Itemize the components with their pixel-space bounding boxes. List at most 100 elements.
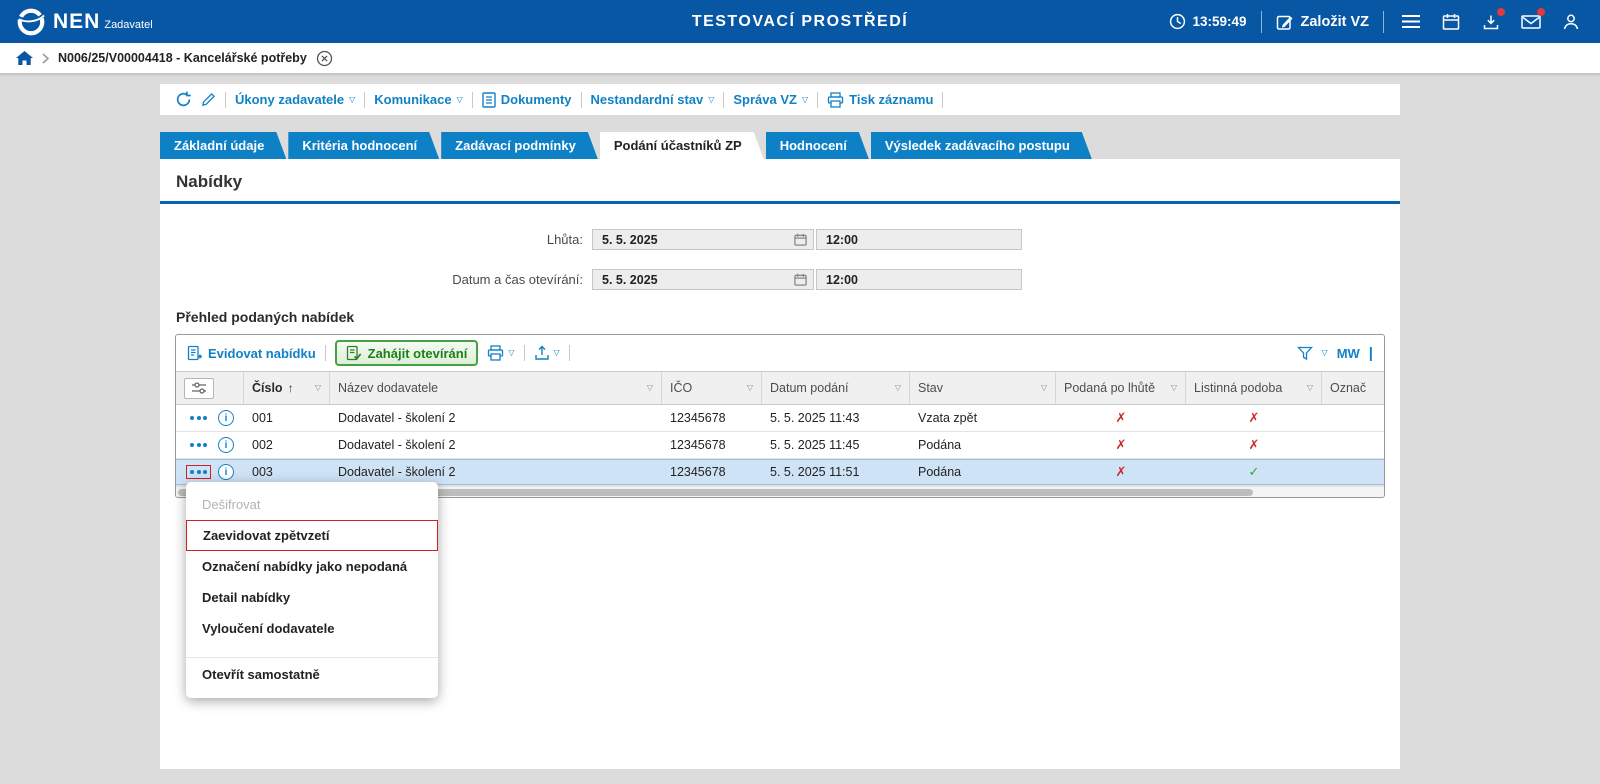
column-settings-button[interactable] [184,378,214,399]
filter-chevron-icon[interactable]: ▽ [1307,384,1313,392]
tab-hodnoceni[interactable]: Hodnocení [766,132,869,159]
filter-chevron-icon[interactable]: ▽ [895,384,901,392]
create-vz-button[interactable]: Založit VZ [1276,13,1369,31]
menu-button[interactable] [1398,9,1424,35]
calendar-button[interactable] [1438,9,1464,35]
komunikace-menu[interactable]: Komunikace ▽ [374,92,462,107]
offers-table: Evidovat nabídku Zahájit otevírání [175,334,1385,498]
info-icon[interactable]: i [218,437,234,453]
close-record-button[interactable] [316,50,333,67]
menu-label: Tisk záznamu [849,92,933,107]
nen-logo[interactable]: NEN Zadavatel [16,7,153,37]
menu-item-vylouceni-dodavatele[interactable]: Vyloučení dodavatele [186,613,438,644]
column-header-podana-po-lhute[interactable]: Podaná po lhůtě ▽ [1056,372,1186,404]
lhuta-time-field[interactable]: 12:00 [816,229,1022,250]
record-toolbar: Úkony zadavatele ▽ Komunikace ▽ Dokument… [160,84,1400,115]
lhuta-date-value: 5. 5. 2025 [602,233,658,247]
chevron-down-icon: ▽ [508,349,514,357]
filter-chevron-icon[interactable]: ▽ [747,384,753,392]
table-row[interactable]: i 002 Dodavatel - školení 2 12345678 5. … [176,432,1384,459]
table-row[interactable]: i 001 Dodavatel - školení 2 12345678 5. … [176,405,1384,432]
home-icon [16,51,33,66]
filter-chevron-icon[interactable]: ▽ [1171,384,1177,392]
tab-zakladni-udaje[interactable]: Základní údaje [160,132,286,159]
calendar-icon [794,273,807,286]
ukony-zadavatele-menu[interactable]: Úkony zadavatele ▽ [235,92,355,107]
tab-podani-ucastniku-zp[interactable]: Podání účastníků ZP [600,132,764,159]
print-table-button[interactable]: ▽ [487,345,514,361]
export-button[interactable]: ▽ [534,345,560,361]
column-header-stav[interactable]: Stav ▽ [910,372,1056,404]
info-icon[interactable]: i [218,464,234,480]
button-label: Evidovat nabídku [208,346,316,361]
column-header-listinna-podoba[interactable]: Listinná podoba ▽ [1186,372,1322,404]
tab-kriteria-hodnoceni[interactable]: Kritéria hodnocení [288,132,439,159]
oteviran-date-field[interactable]: 5. 5. 2025 [592,269,814,290]
column-header-datum-podani[interactable]: Datum podání ▽ [762,372,910,404]
tab-zadavaci-podminky[interactable]: Zadávací podmínky [441,132,598,159]
filter-chevron-icon[interactable]: ▽ [647,384,653,392]
column-label: IČO [670,381,692,395]
nestandardni-stav-menu[interactable]: Nestandardní stav ▽ [591,92,715,107]
downloads-button[interactable] [1478,9,1504,35]
download-icon [1482,13,1500,31]
mw-button[interactable]: MW [1337,346,1360,361]
cell-datum: 5. 5. 2025 11:43 [762,405,910,431]
edit-record-button[interactable] [201,92,216,107]
menu-item-detail-nabidky[interactable]: Detail nabídky [186,582,438,613]
home-button[interactable] [16,51,33,66]
column-header-nazev-dodavatele[interactable]: Název dodavatele ▽ [330,372,662,404]
tab-vysledek-postupu[interactable]: Výsledek zadávacího postupu [871,132,1092,159]
breadcrumb-record[interactable]: N006/25/V00004418 - Kancelářské potřeby [58,51,307,65]
document-icon [482,92,496,108]
top-bar: NEN Zadavatel TESTOVACÍ PROSTŘEDÍ 13:59:… [0,0,1600,43]
menu-item-oznaceni-nepodana[interactable]: Označení nabídky jako nepodaná [186,551,438,582]
profile-button[interactable] [1558,9,1584,35]
history-button[interactable] [175,91,192,108]
sort-ascending-icon: ↑ [288,381,294,395]
menu-label: Správa VZ [733,92,797,107]
oteviran-label: Datum a čas otevírání: [160,272,592,287]
menu-item-zaevidovat-zpetvzeti[interactable]: Zaevidovat zpětvzetí [186,520,438,551]
menu-item-otevrit-samostatne[interactable]: Otevřít samostatně [186,657,438,688]
info-icon[interactable]: i [218,410,234,426]
tisk-zaznamu-button[interactable]: Tisk záznamu [827,92,933,108]
column-label: Datum podání [770,381,849,395]
breadcrumb: N006/25/V00004418 - Kancelářské potřeby [0,43,1600,74]
column-label: Číslo [252,381,283,395]
printer-icon [827,92,844,108]
row-context-menu: Dešifrovat Zaevidovat zpětvzetí Označení… [186,482,438,698]
sprava-vz-menu[interactable]: Správa VZ ▽ [733,92,808,107]
create-vz-label: Založit VZ [1301,14,1369,30]
oteviran-time-field[interactable]: 12:00 [816,269,1022,290]
messages-button[interactable] [1518,9,1544,35]
row-actions-button[interactable] [186,438,211,452]
offers-form: Lhůta: 5. 5. 2025 12:00 Datum a čas otev… [160,204,1400,290]
filter-chevron-icon[interactable]: ▽ [1041,384,1047,392]
cell-ico: 12345678 [662,459,762,485]
divider [325,345,326,361]
divider [942,92,943,108]
column-header-ico[interactable]: IČO ▽ [662,372,762,404]
chevron-down-icon[interactable]: ▽ [1322,349,1328,357]
column-label: Označ [1330,381,1366,395]
zahajit-otevirani-button[interactable]: Zahájit otevírání [335,340,479,366]
lhuta-label: Lhůta: [160,232,592,247]
tab-bar: Základní údaje Kritéria hodnocení Zadáva… [160,132,1400,159]
filter-chevron-icon[interactable]: ▽ [315,384,321,392]
divider [723,92,724,108]
row-actions-button[interactable] [186,411,211,425]
mail-icon [1521,14,1541,30]
breadcrumb-chevron-icon [42,53,49,64]
row-actions-button-active[interactable] [186,465,211,479]
evidovat-nabidku-button[interactable]: Evidovat nabídku [187,345,316,361]
dokumenty-button[interactable]: Dokumenty [482,92,572,108]
column-header-cislo[interactable]: Číslo ↑ ▽ [244,372,330,404]
chevron-down-icon: ▽ [554,349,560,357]
oteviran-date-value: 5. 5. 2025 [602,273,658,287]
notification-dot [1537,8,1545,16]
column-header-oznaceni[interactable]: Označ [1322,372,1384,404]
lhuta-date-field[interactable]: 5. 5. 2025 [592,229,814,250]
filter-button[interactable] [1297,346,1313,361]
chevron-down-icon: ▽ [802,96,808,104]
